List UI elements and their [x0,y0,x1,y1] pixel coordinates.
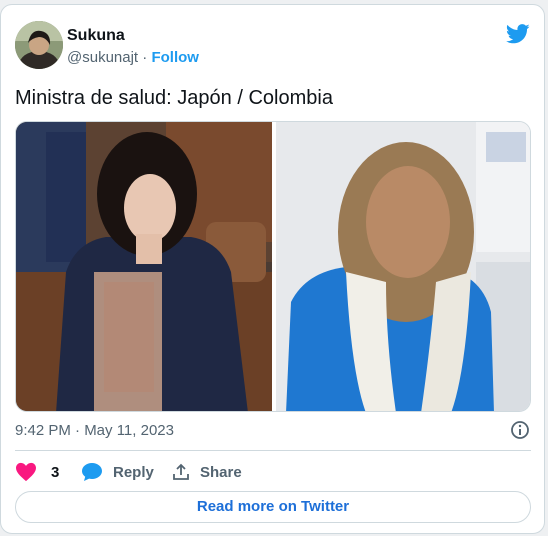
divider [15,450,531,451]
timestamp-row: 9:42 PM · May 11, 2023 [15,420,531,442]
photo-right [276,122,530,411]
tweet-timestamp[interactable]: 9:42 PM · May 11, 2023 [15,422,174,439]
share-icon [172,463,190,481]
author-handle[interactable]: @sukunajt [67,49,138,66]
twitter-bird-icon[interactable] [505,23,530,45]
share-button[interactable]: Share [172,461,242,483]
author-block: Sukuna @sukunajt · Follow [67,26,199,68]
tweet-card: Sukuna @sukunajt · Follow Ministra de sa… [0,4,545,534]
like-button[interactable]: 3 [15,461,59,483]
author-handle-row: @sukunajt · Follow [67,48,199,68]
tweet-media[interactable] [15,121,531,412]
author-display-name[interactable]: Sukuna [67,26,199,46]
tweet-text: Ministra de salud: Japón / Colombia [15,87,333,109]
separator-dot: · [142,49,148,66]
avatar[interactable] [15,21,63,69]
share-label: Share [200,463,242,481]
reply-label: Reply [113,463,154,481]
heart-icon [15,462,37,482]
read-more-button[interactable]: Read more on Twitter [15,491,531,523]
like-count: 3 [51,463,60,481]
info-icon[interactable] [510,420,530,440]
reply-button[interactable]: Reply [81,461,154,483]
reply-bubble-icon [81,462,103,482]
follow-link[interactable]: Follow [151,49,199,66]
action-bar: 3 Reply Share [15,461,531,483]
photo-left [16,122,272,411]
